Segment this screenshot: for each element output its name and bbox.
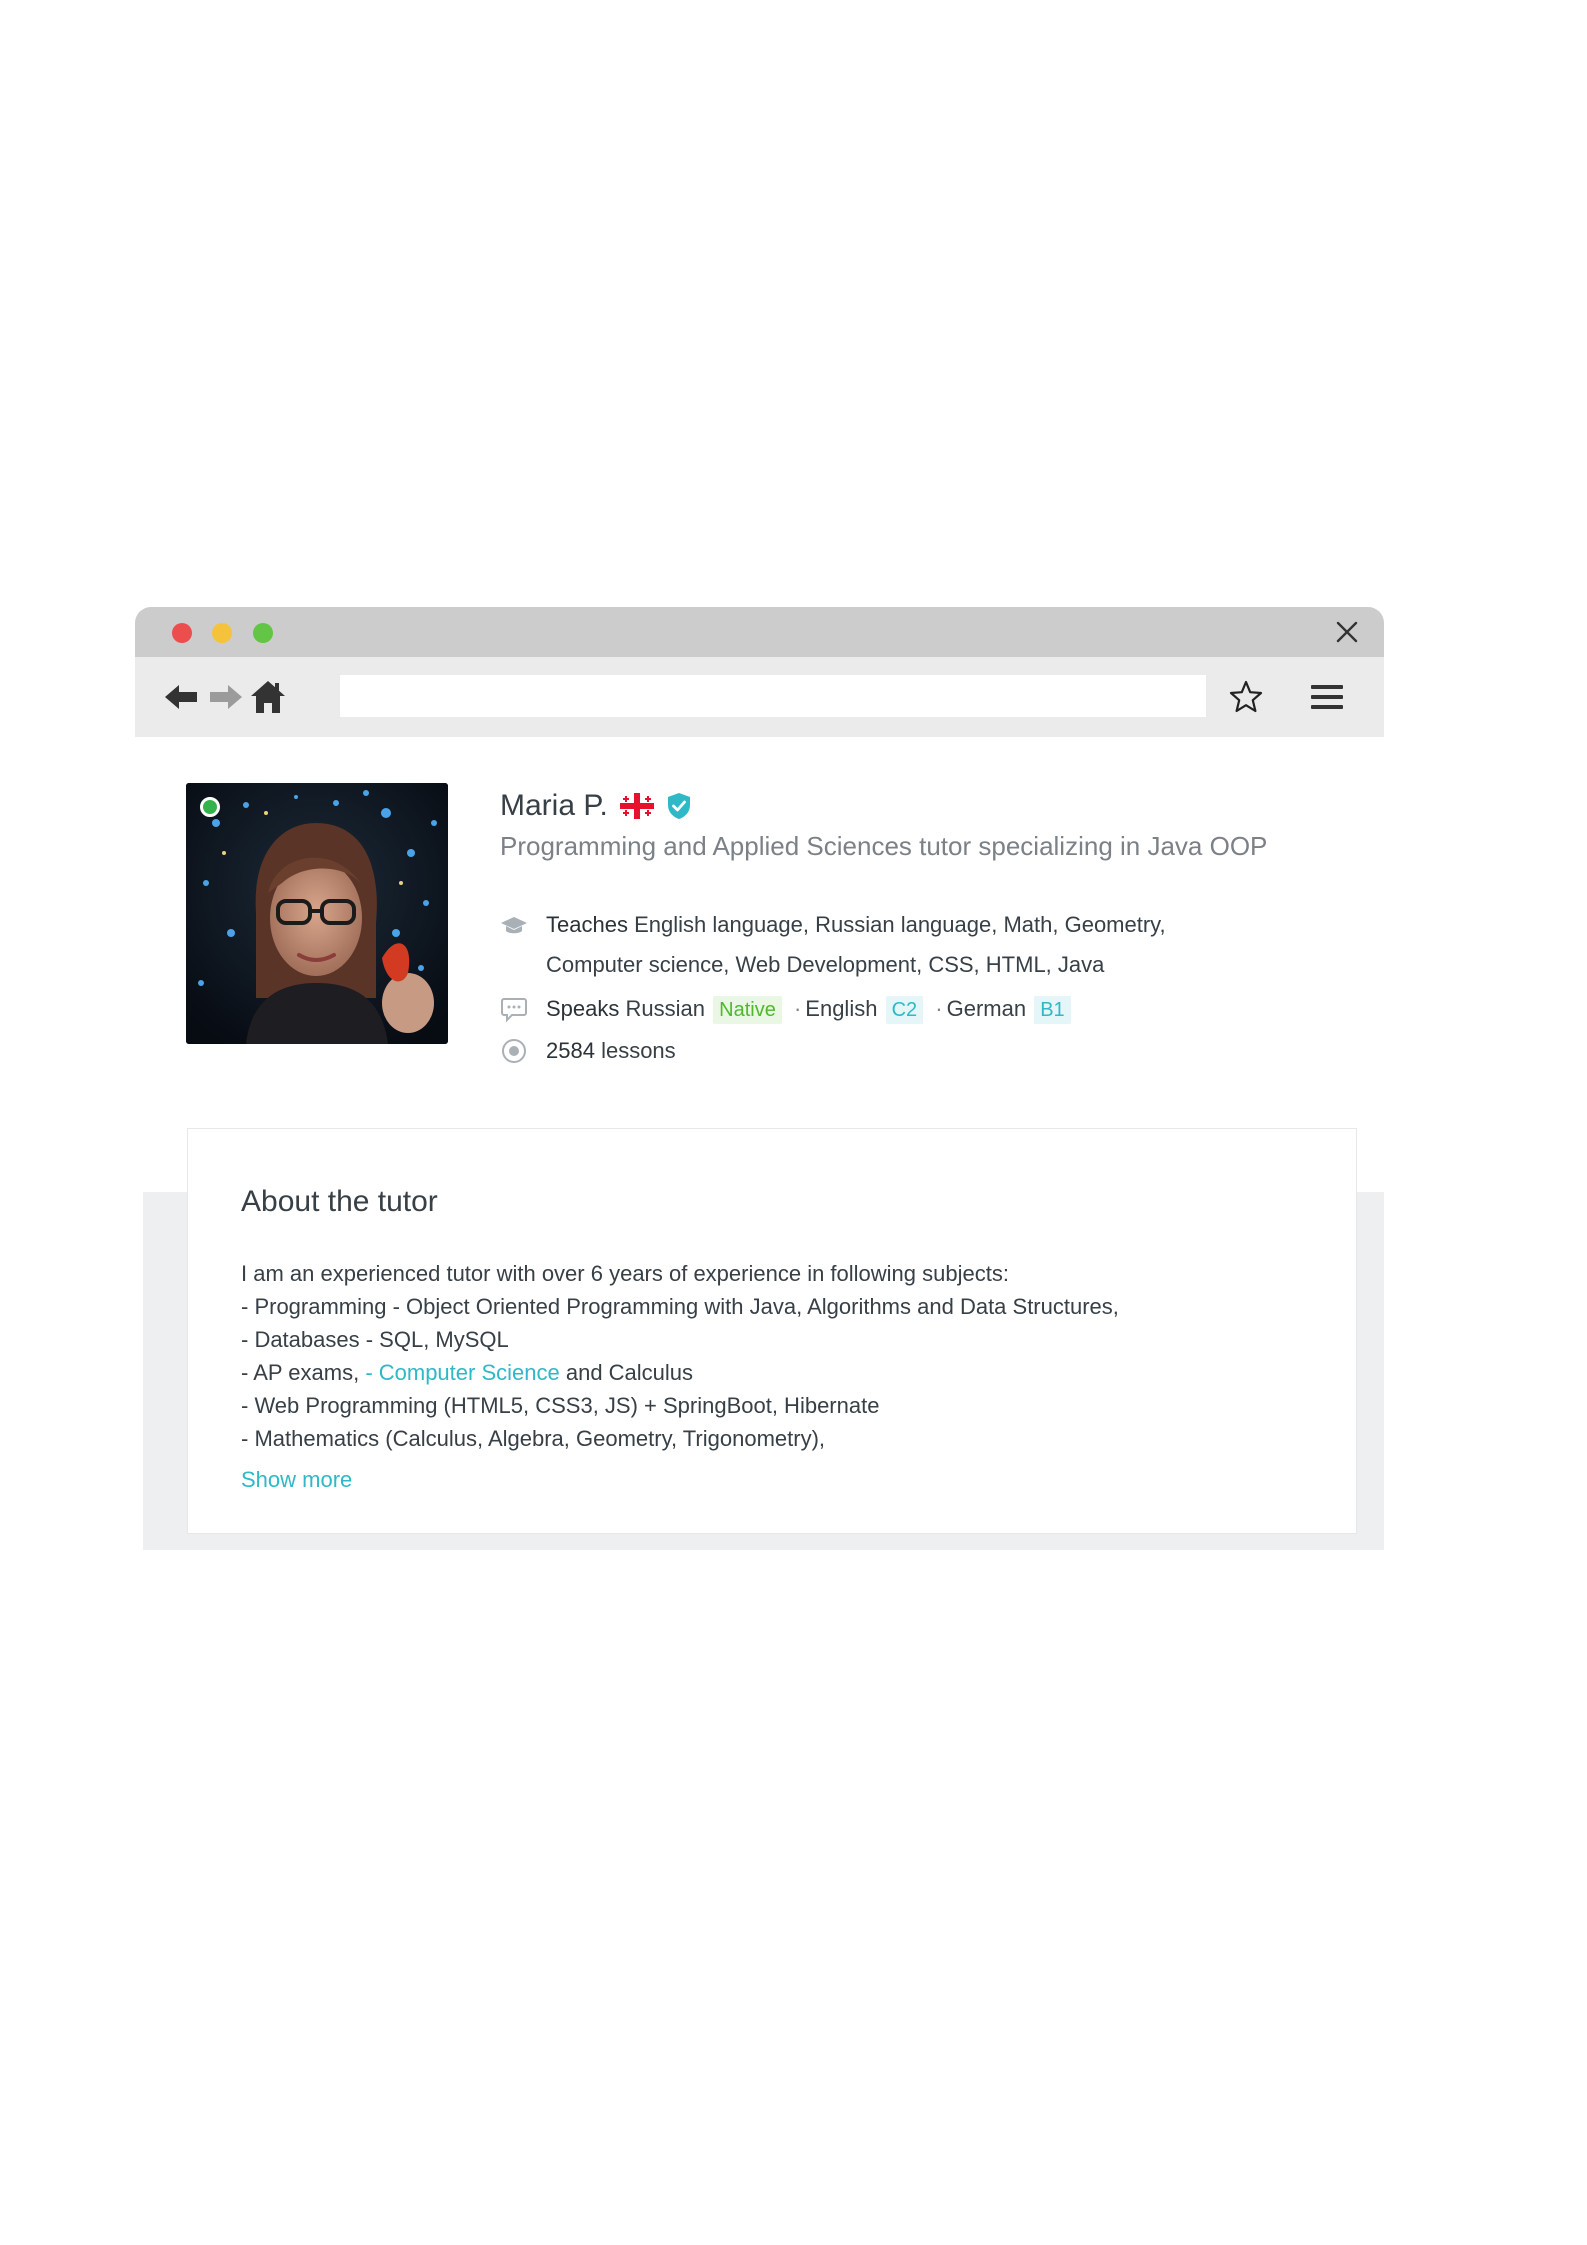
about-line-ap-prefix: - AP exams, — [241, 1360, 366, 1385]
speech-bubble-icon — [501, 998, 527, 1023]
separator: · — [793, 996, 802, 1021]
home-icon[interactable] — [248, 677, 288, 717]
tutor-name-row: Maria P. — [500, 786, 692, 826]
lessons-count: 2584 — [546, 1038, 595, 1063]
language-level-badge: B1 — [1034, 996, 1071, 1024]
language-name: Russian — [625, 996, 705, 1021]
language-level-badge: Native — [713, 996, 782, 1024]
speaks-label: Speaks — [546, 996, 620, 1021]
browser-window — [135, 607, 1384, 737]
about-line: - Databases - SQL, MySQL — [241, 1327, 509, 1352]
about-line: - Mathematics (Calculus, Algebra, Geomet… — [241, 1426, 826, 1451]
minimize-window-button[interactable] — [212, 623, 232, 643]
about-line-ap: - AP exams, - Computer Science and Calcu… — [241, 1356, 1119, 1389]
online-status-indicator — [200, 797, 220, 817]
language-name: German — [946, 996, 1027, 1021]
tutor-photo — [186, 783, 448, 1044]
speaks-row: Speaks Russian Native · English C2 · Germa… — [500, 989, 1260, 1029]
teaches-subjects-line2: Computer science, Web Development, CSS, … — [546, 952, 1105, 977]
tutor-facts: Teaches English language, Russian langua… — [500, 905, 1260, 1071]
tutor-headline: Programming and Applied Sciences tutor s… — [500, 831, 1268, 861]
teaches-label: Teaches — [546, 912, 628, 937]
language-level-badge: C2 — [885, 996, 924, 1024]
about-card: About the tutor I am an experienced tuto… — [187, 1128, 1357, 1534]
hamburger-menu-icon[interactable] — [1307, 679, 1347, 715]
separator: · — [935, 996, 943, 1021]
teaches-subjects-line1: English language, Russian language, Math… — [634, 912, 1166, 937]
page: Maria P. Programming and Applied Science… — [0, 0, 1587, 2245]
about-line: - Web Programming (HTML5, CSS3, JS) + Sp… — [241, 1393, 880, 1418]
teaches-row: Teaches English language, Russian langua… — [500, 905, 1260, 985]
verified-shield-icon — [667, 793, 690, 819]
about-text: I am an experienced tutor with over 6 ye… — [241, 1257, 1119, 1455]
back-arrow-icon[interactable] — [161, 677, 201, 717]
browser-toolbar — [135, 657, 1384, 737]
maximize-window-button[interactable] — [253, 623, 273, 643]
georgia-flag-icon — [619, 793, 654, 819]
title-bar — [135, 607, 1384, 657]
language-name: English — [805, 996, 878, 1021]
forward-arrow-icon[interactable] — [206, 677, 246, 717]
close-window-button[interactable] — [172, 623, 192, 643]
lessons-row: 2584 lessons — [500, 1031, 1260, 1071]
about-line: I am an experienced tutor with over 6 ye… — [241, 1261, 1009, 1286]
about-line-ap-suffix: and Calculus — [559, 1360, 694, 1385]
show-more-link[interactable]: Show more — [241, 1467, 352, 1493]
lessons-label: lessons — [601, 1038, 676, 1063]
close-icon[interactable] — [1334, 619, 1360, 645]
lessons-target-icon — [502, 1039, 526, 1063]
tutor-avatar[interactable] — [186, 783, 448, 1044]
computer-science-link[interactable]: - Computer Science — [365, 1360, 559, 1385]
about-title: About the tutor — [241, 1185, 438, 1218]
star-icon[interactable] — [1228, 679, 1264, 715]
address-bar[interactable] — [340, 675, 1206, 717]
graduation-cap-icon — [501, 917, 527, 934]
tutor-name[interactable]: Maria P. — [500, 789, 608, 823]
about-line: - Programming - Object Oriented Programm… — [241, 1294, 1119, 1319]
